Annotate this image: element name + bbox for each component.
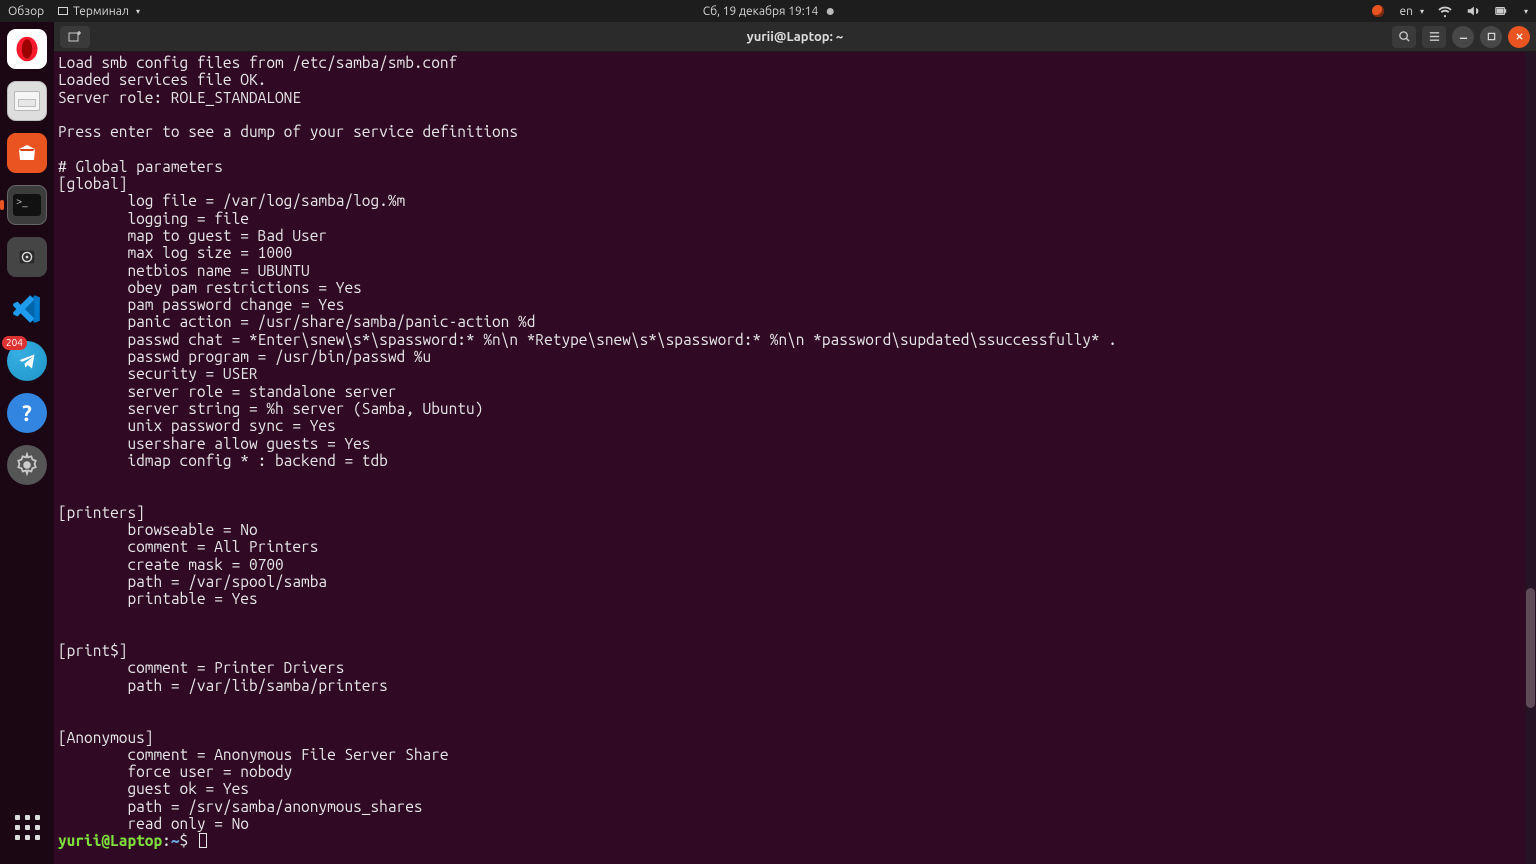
terminal-window: yurii@Laptop: ~ Load smb config files fr… bbox=[54, 22, 1536, 864]
clock[interactable]: Сб, 19 декабря 19:14 bbox=[703, 5, 819, 18]
show-applications[interactable] bbox=[4, 804, 50, 850]
dock-settings[interactable] bbox=[4, 442, 50, 488]
window-title: yurii@Laptop: ~ bbox=[747, 30, 843, 44]
wifi-icon[interactable] bbox=[1438, 4, 1452, 18]
maximize-button[interactable] bbox=[1480, 26, 1502, 48]
input-source-label: en bbox=[1399, 5, 1412, 18]
scrollbar[interactable] bbox=[1525, 52, 1536, 864]
notification-dot-icon bbox=[826, 8, 833, 15]
dock: >_ 204 ? bbox=[0, 22, 54, 864]
activities-button[interactable]: Обзор bbox=[8, 5, 44, 18]
hamburger-menu-button[interactable] bbox=[1422, 26, 1446, 48]
telegram-badge: 204 bbox=[2, 336, 27, 350]
scrollbar-thumb[interactable] bbox=[1526, 588, 1535, 708]
prompt-symbol: $ bbox=[180, 832, 189, 849]
close-button[interactable] bbox=[1508, 26, 1530, 48]
terminal-output[interactable]: Load smb config files from /etc/samba/sm… bbox=[54, 52, 1536, 864]
prompt-sep: : bbox=[162, 832, 171, 849]
app-menu-label: Терминал bbox=[73, 5, 129, 18]
battery-icon[interactable] bbox=[1494, 4, 1508, 18]
prompt-user: yurii@Laptop bbox=[58, 832, 162, 849]
apps-grid-icon bbox=[15, 815, 40, 840]
terminal-small-icon bbox=[58, 7, 68, 15]
dock-telegram[interactable]: 204 bbox=[4, 338, 50, 384]
chevron-down-icon: ▾ bbox=[1420, 7, 1424, 16]
volume-icon[interactable] bbox=[1466, 4, 1480, 18]
dock-backup[interactable] bbox=[4, 234, 50, 280]
dock-opera[interactable] bbox=[4, 26, 50, 72]
app-menu[interactable]: Терминал ▾ bbox=[58, 5, 140, 18]
dock-vscode[interactable] bbox=[4, 286, 50, 332]
livepatch-icon[interactable] bbox=[1371, 4, 1385, 18]
minimize-button[interactable] bbox=[1452, 26, 1474, 48]
system-menu-chevron-icon[interactable]: ▾ bbox=[1524, 7, 1528, 16]
gnome-top-bar: Обзор Терминал ▾ Сб, 19 декабря 19:14 en… bbox=[0, 0, 1536, 22]
input-source[interactable]: en ▾ bbox=[1399, 5, 1424, 18]
chevron-down-icon: ▾ bbox=[136, 7, 140, 16]
dock-files[interactable] bbox=[4, 78, 50, 124]
dock-help[interactable]: ? bbox=[4, 390, 50, 436]
window-titlebar: yurii@Laptop: ~ bbox=[54, 22, 1536, 52]
search-button[interactable] bbox=[1392, 26, 1416, 48]
dock-software[interactable] bbox=[4, 130, 50, 176]
prompt-path: ~ bbox=[171, 832, 180, 849]
new-tab-button[interactable] bbox=[60, 26, 90, 48]
cursor bbox=[199, 833, 207, 848]
dock-terminal[interactable]: >_ bbox=[4, 182, 50, 228]
